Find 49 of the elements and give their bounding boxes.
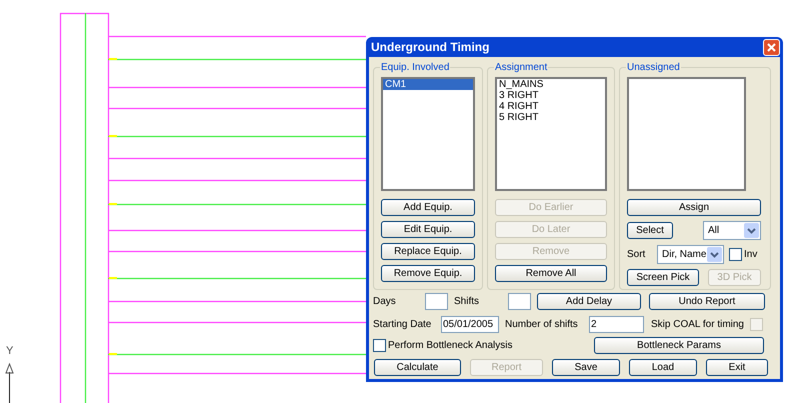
- push-button[interactable]: Screen Pick: [627, 269, 699, 286]
- axis-label: Y: [6, 344, 14, 359]
- y-axis-arrow-icon: [5, 362, 14, 403]
- input-field[interactable]: 2: [589, 316, 644, 333]
- push-button[interactable]: Remove All: [495, 265, 607, 282]
- push-button[interactable]: Add Equip.: [381, 199, 475, 216]
- list-item[interactable]: N_MAINS: [497, 79, 605, 90]
- input-field[interactable]: 05/01/2005: [441, 316, 499, 333]
- dropdown[interactable]: All: [703, 221, 761, 240]
- list-item[interactable]: 4 RIGHT: [497, 101, 605, 112]
- list-box[interactable]: [627, 77, 746, 191]
- caret-icon: [744, 223, 759, 238]
- push-button[interactable]: Remove Equip.: [381, 265, 475, 282]
- window-title: Underground Timing: [371, 39, 490, 56]
- input-field[interactable]: [425, 293, 448, 310]
- push-button[interactable]: Exit: [706, 359, 768, 376]
- field-label: Number of shifts: [505, 318, 579, 332]
- input-field[interactable]: [508, 293, 531, 310]
- push-button[interactable]: Add Delay: [537, 293, 641, 310]
- list-item[interactable]: 3 RIGHT: [497, 90, 605, 101]
- close-icon: [767, 42, 776, 52]
- list-box[interactable]: N_MAINS 3 RIGHT 4 RIGHT 5 RIGHT: [495, 77, 607, 191]
- push-button[interactable]: Calculate: [374, 359, 461, 376]
- dropdown[interactable]: Dir, Name: [657, 245, 724, 264]
- checkbox[interactable]: [729, 248, 742, 261]
- list-box[interactable]: CM1: [381, 77, 475, 191]
- sort-label: Sort: [627, 248, 646, 262]
- group-label: Unassigned: [626, 61, 681, 75]
- push-button[interactable]: Bottleneck Params: [594, 337, 764, 354]
- checkbox-label: Perform Bottleneck Analysis: [388, 339, 514, 353]
- push-button[interactable]: Assign: [627, 199, 761, 216]
- caret-icon: [707, 247, 722, 262]
- push-button[interactable]: Select: [627, 222, 673, 239]
- field-label: Days: [373, 295, 397, 309]
- push-button[interactable]: Edit Equip.: [381, 221, 475, 238]
- checkbox[interactable]: [373, 339, 386, 352]
- checkbox-label: Inv: [744, 248, 758, 262]
- field-label: Starting Date: [373, 318, 432, 332]
- push-button[interactable]: Save: [552, 359, 620, 376]
- list-item[interactable]: 5 RIGHT: [497, 112, 605, 123]
- field-label: Shifts: [454, 295, 480, 309]
- close-button[interactable]: [763, 38, 780, 56]
- list-item[interactable]: CM1: [383, 79, 473, 90]
- push-button[interactable]: Load: [629, 359, 697, 376]
- push-button[interactable]: Replace Equip.: [381, 243, 475, 260]
- checkbox-label: Skip COAL for timing: [651, 318, 744, 332]
- group-label: Equip. Involved: [380, 61, 450, 75]
- push-button[interactable]: Undo Report: [649, 293, 765, 310]
- group-label: Assignment: [494, 61, 548, 75]
